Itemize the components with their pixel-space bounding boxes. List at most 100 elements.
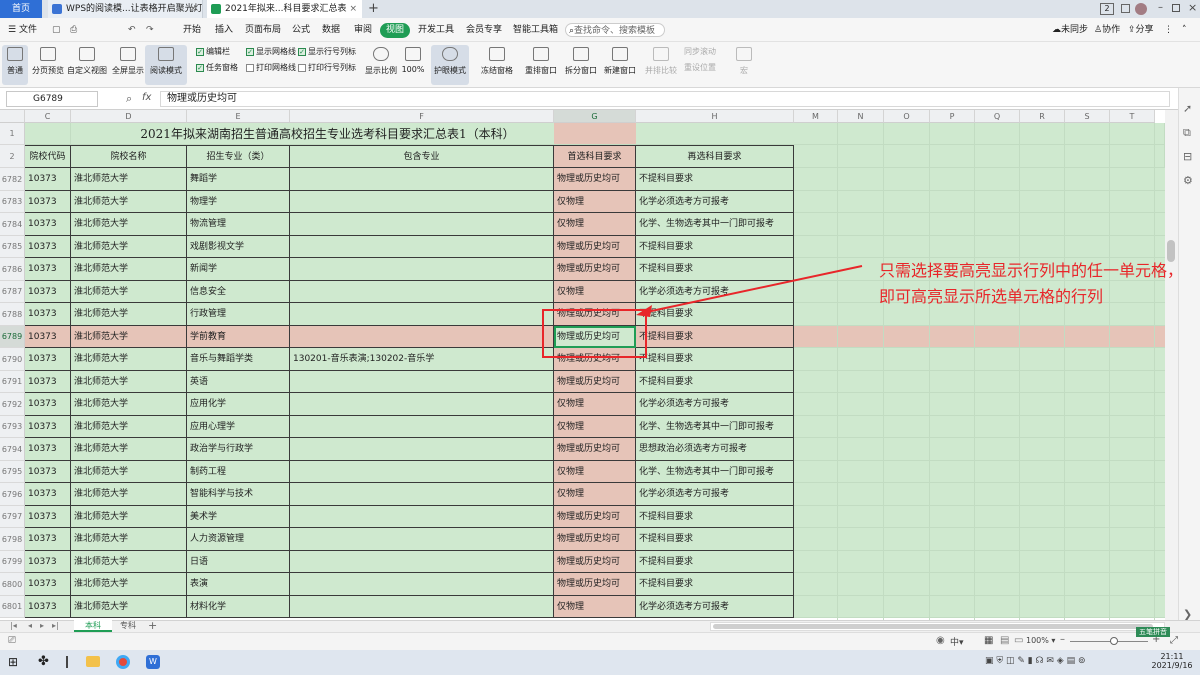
- table-cell-code[interactable]: 10373: [25, 551, 71, 573]
- row-header-6786[interactable]: 6786: [0, 258, 25, 281]
- table-cell-first[interactable]: 物理或历史均可: [554, 168, 636, 191]
- table-cell-second[interactable]: 化学必须选考方可报考: [636, 483, 794, 506]
- table-cell-incl[interactable]: [290, 596, 554, 618]
- table-cell-first[interactable]: 仅物理: [554, 213, 636, 236]
- show-headings-checkbox[interactable]: ✓ 显示行号列标: [298, 46, 356, 58]
- add-sheet-button[interactable]: +: [148, 619, 157, 632]
- row-header-6783[interactable]: 6783: [0, 191, 25, 213]
- table-cell-incl[interactable]: [290, 528, 554, 551]
- table-cell-school[interactable]: 淮北师范大学: [71, 506, 187, 528]
- column-header-M[interactable]: M: [794, 110, 838, 123]
- table-cell-incl[interactable]: [290, 371, 554, 393]
- table-cell-school[interactable]: 淮北师范大学: [71, 438, 187, 461]
- table-cell-school[interactable]: 淮北师范大学: [71, 168, 187, 191]
- table-cell-code[interactable]: 10373: [25, 416, 71, 438]
- table-cell-code[interactable]: 10373: [25, 236, 71, 258]
- file-explorer-icon[interactable]: [86, 656, 100, 667]
- table-cell-code[interactable]: 10373: [25, 528, 71, 551]
- close-icon[interactable]: ×: [189, 0, 197, 18]
- page-break-preview-button[interactable]: 分页预览: [29, 45, 67, 85]
- table-cell-major[interactable]: 新闻学: [187, 258, 290, 281]
- tab-wps-doc[interactable]: WPS的阅读模...让表格开启聚光灯 ×: [48, 0, 203, 18]
- row-header-6791[interactable]: 6791: [0, 371, 25, 393]
- settings-tool-icon[interactable]: ⚙: [1183, 174, 1193, 187]
- fx-icon[interactable]: fx: [142, 92, 151, 103]
- table-cell-code[interactable]: 10373: [25, 393, 71, 416]
- title-empty-cell[interactable]: [25, 123, 71, 145]
- task-pane-checkbox[interactable]: ✓ 任务窗格: [196, 62, 238, 74]
- column-header-N[interactable]: N: [838, 110, 884, 123]
- menu-formula[interactable]: 公式: [292, 23, 310, 38]
- table-cell-school[interactable]: 淮北师范大学: [71, 281, 187, 303]
- table-cell-first[interactable]: 仅物理: [554, 461, 636, 483]
- table-cell-first[interactable]: 物理或历史均可: [554, 528, 636, 551]
- table-cell-code[interactable]: 10373: [25, 483, 71, 506]
- filter-tool-icon[interactable]: ⊟: [1183, 150, 1192, 163]
- row-header-1[interactable]: 1: [0, 123, 25, 145]
- table-cell-major[interactable]: 行政管理: [187, 303, 290, 326]
- fullscreen-button[interactable]: 全屏显示: [109, 45, 147, 85]
- new-window-button[interactable]: 新建窗口: [601, 45, 639, 85]
- table-cell-incl[interactable]: [290, 168, 554, 191]
- table-cell-code[interactable]: 10373: [25, 506, 71, 528]
- zoom-button[interactable]: 显示比例: [362, 45, 400, 85]
- table-cell-school[interactable]: 淮北师范大学: [71, 348, 187, 371]
- clock[interactable]: 21:11 2021/9/16: [1150, 652, 1194, 670]
- table-cell-code[interactable]: 10373: [25, 573, 71, 596]
- new-tab-button[interactable]: +: [368, 1, 379, 16]
- column-header-F[interactable]: F: [290, 110, 554, 123]
- page-break-status-icon[interactable]: ▭: [1014, 635, 1023, 646]
- column-title-3[interactable]: 招生专业（类）: [187, 145, 290, 168]
- shape-tool-icon[interactable]: ⧉: [1183, 126, 1191, 140]
- table-cell-major[interactable]: 物流管理: [187, 213, 290, 236]
- table-cell-code[interactable]: 10373: [25, 461, 71, 483]
- normal-view-status-icon[interactable]: ▦: [984, 635, 993, 646]
- table-cell-code[interactable]: 10373: [25, 596, 71, 618]
- zoom-search-icon[interactable]: ⌕: [126, 92, 132, 106]
- sheet-nav-last-icon[interactable]: ▸|: [52, 621, 59, 630]
- row-header-6792[interactable]: 6792: [0, 393, 25, 416]
- share-button[interactable]: ⇪分享: [1128, 23, 1154, 38]
- table-cell-major[interactable]: 物理学: [187, 191, 290, 213]
- table-cell-incl[interactable]: [290, 326, 554, 348]
- column-title-5[interactable]: 首选科目要求: [554, 145, 636, 168]
- windows-start-icon[interactable]: ⊞: [8, 655, 18, 669]
- tab-spreadsheet[interactable]: 2021年拟来...科目要求汇总表 ×: [207, 0, 362, 18]
- avatar[interactable]: [1135, 3, 1147, 15]
- table-cell-school[interactable]: 淮北师范大学: [71, 596, 187, 618]
- table-cell-major[interactable]: 应用心理学: [187, 416, 290, 438]
- table-cell-incl[interactable]: [290, 213, 554, 236]
- row-header-6798[interactable]: 6798: [0, 528, 25, 551]
- row-header-6795[interactable]: 6795: [0, 461, 25, 483]
- column-header-C[interactable]: C: [25, 110, 71, 123]
- column-title-6[interactable]: 再选科目要求: [636, 145, 794, 168]
- row-header-6787[interactable]: 6787: [0, 281, 25, 303]
- ime-indicator[interactable]: 五笔拼音: [1136, 627, 1170, 637]
- zoom-100-button[interactable]: 100%: [399, 45, 427, 85]
- table-cell-incl[interactable]: [290, 551, 554, 573]
- column-header-G[interactable]: G: [554, 110, 636, 123]
- table-cell-incl[interactable]: [290, 483, 554, 506]
- menu-data[interactable]: 数据: [322, 23, 340, 38]
- table-cell-first[interactable]: 仅物理: [554, 416, 636, 438]
- menu-insert[interactable]: 插入: [215, 23, 233, 38]
- column-header-D[interactable]: D: [71, 110, 187, 123]
- table-cell-second[interactable]: 不提科目要求: [636, 528, 794, 551]
- column-title-2[interactable]: 院校名称: [71, 145, 187, 168]
- close-window-icon[interactable]: ×: [1188, 1, 1197, 14]
- minimize-icon[interactable]: –: [1158, 2, 1163, 13]
- table-cell-second[interactable]: 不提科目要求: [636, 551, 794, 573]
- column-header-O[interactable]: O: [884, 110, 930, 123]
- input-mode[interactable]: 中▾: [950, 635, 964, 648]
- start-menu-icon[interactable]: ✤: [38, 654, 49, 669]
- column-title-1[interactable]: 院校代码: [25, 145, 71, 168]
- table-cell-second[interactable]: 思想政治必须选考方可报考: [636, 438, 794, 461]
- row-header-6797[interactable]: 6797: [0, 506, 25, 528]
- table-cell-code[interactable]: 10373: [25, 348, 71, 371]
- column-header-P[interactable]: P: [930, 110, 975, 123]
- menu-page-layout[interactable]: 页面布局: [245, 23, 281, 38]
- fit-window-icon[interactable]: ⤢: [1170, 635, 1178, 646]
- table-cell-first[interactable]: 仅物理: [554, 393, 636, 416]
- table-cell-incl[interactable]: 130201-音乐表演;130202-音乐学: [290, 348, 554, 371]
- column-header-S[interactable]: S: [1065, 110, 1110, 123]
